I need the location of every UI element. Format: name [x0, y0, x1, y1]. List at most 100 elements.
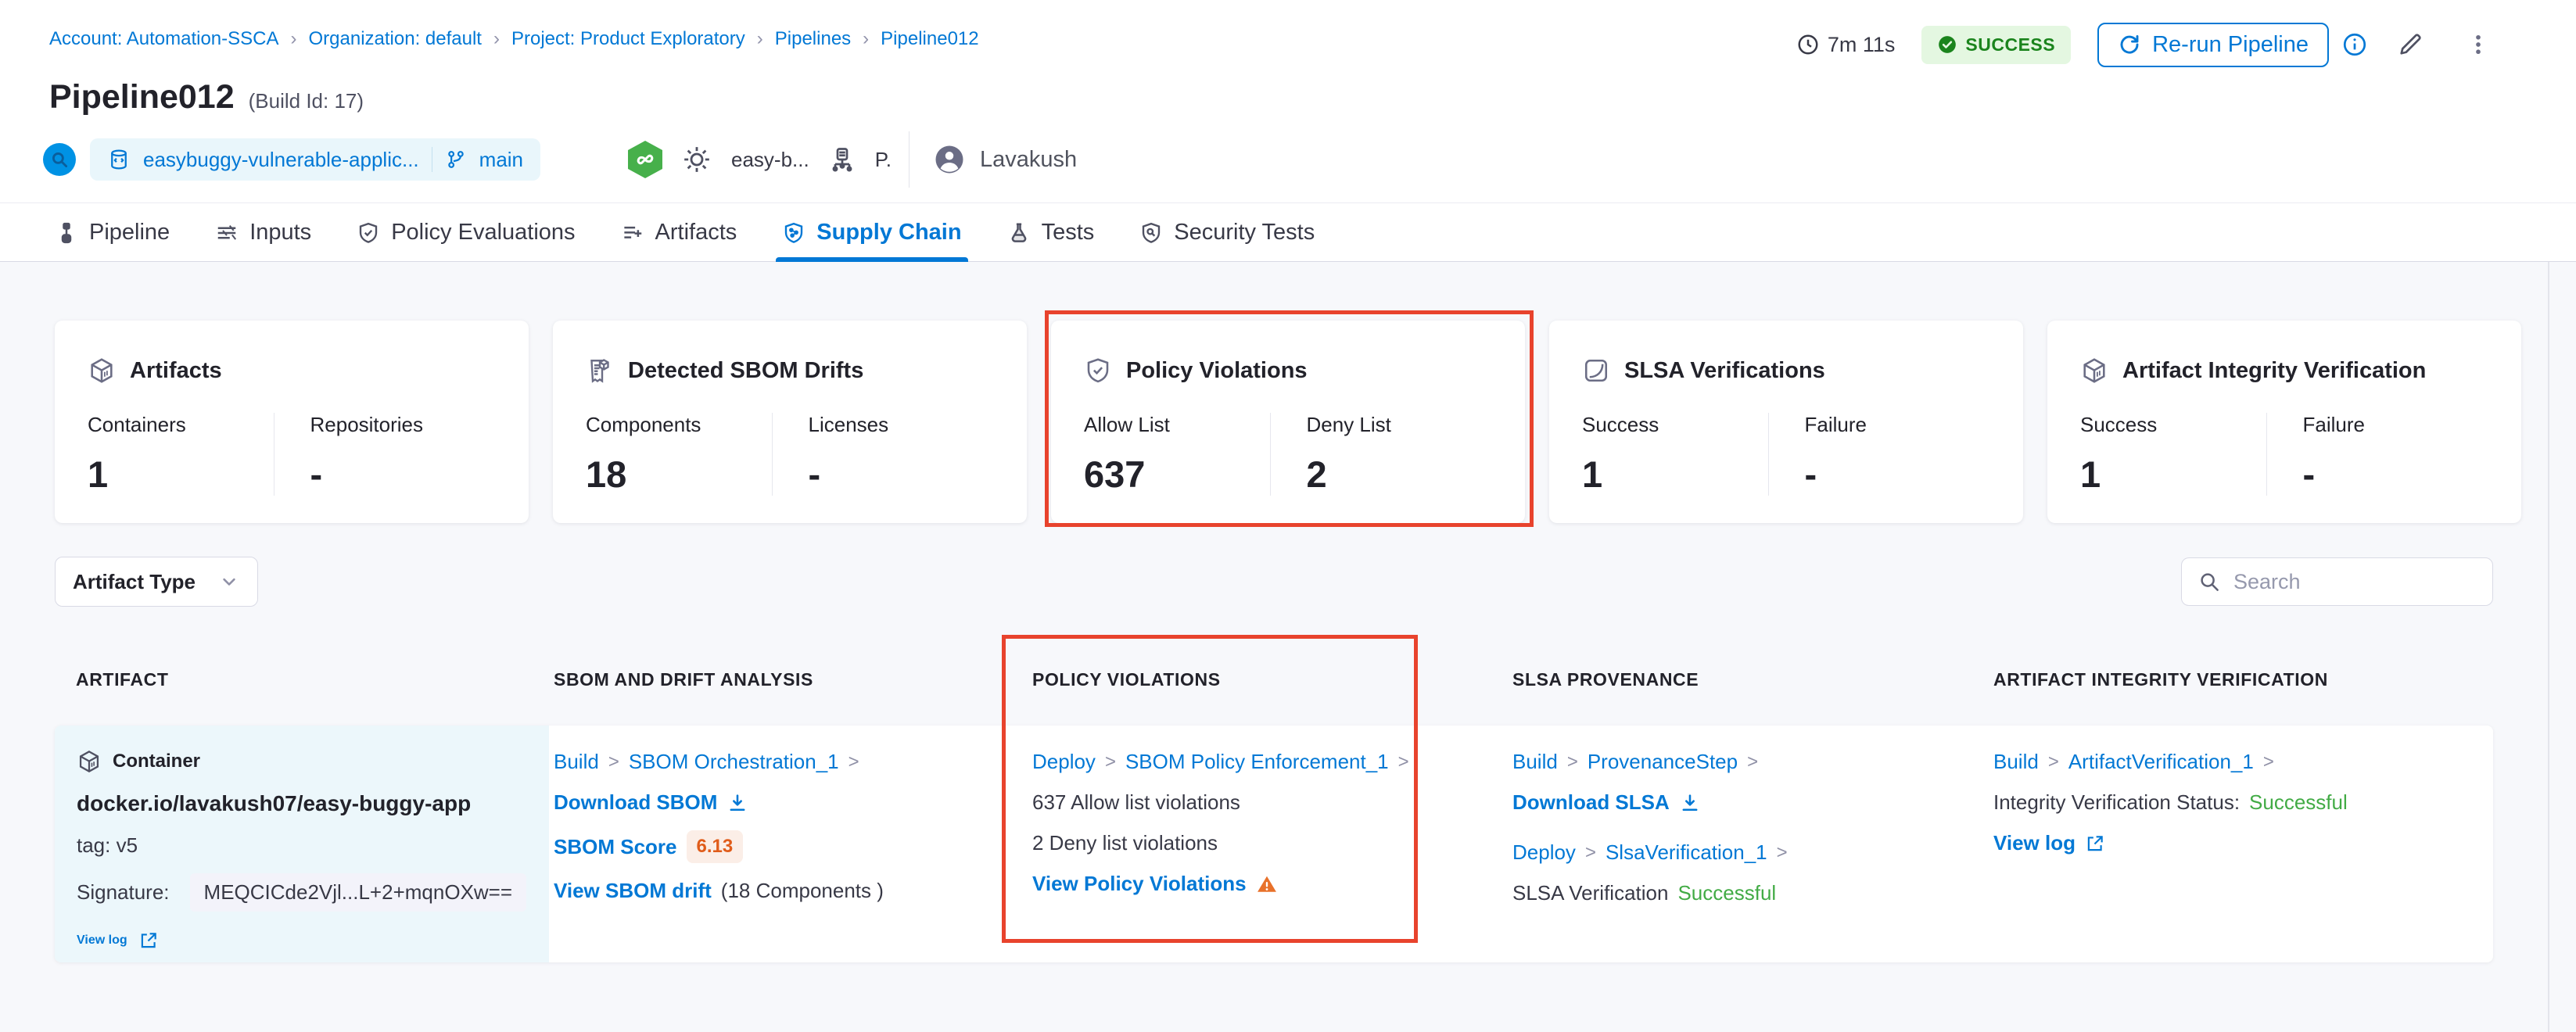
card-title: Artifact Integrity Verification — [2122, 358, 2426, 384]
stat-integrity-failure: Failure - — [2266, 413, 2489, 496]
download-sbom-link[interactable]: Download SBOM — [554, 790, 884, 815]
tab-supply-chain[interactable]: Supply Chain — [782, 204, 961, 261]
stat-integrity-success: Success 1 — [2080, 413, 2266, 496]
list-plus-icon — [621, 221, 644, 245]
page-title: Pipeline012 — [49, 78, 235, 116]
breadcrumb: Account: Automation-SSCA › Organization:… — [49, 28, 979, 50]
gear-icon — [681, 144, 712, 175]
rerun-pipeline-button[interactable]: Re-run Pipeline — [2097, 23, 2329, 67]
shield-search-icon — [1139, 221, 1163, 245]
chevron-down-icon — [218, 571, 240, 593]
view-policy-violations-link[interactable]: View Policy Violations — [1032, 871, 1409, 897]
warning-icon — [1256, 873, 1278, 895]
breadcrumb-separator: › — [757, 28, 763, 50]
edit-pencil-icon[interactable] — [2396, 30, 2424, 59]
stat-components: Components 18 — [586, 413, 772, 496]
user-name: Lavakush — [980, 147, 1077, 173]
breadcrumb-separator: › — [290, 28, 296, 50]
inputs-icon — [215, 221, 239, 245]
status-badge: SUCCESS — [1921, 26, 2071, 64]
external-link-icon — [138, 930, 159, 951]
artifact-type-dropdown[interactable]: Artifact Type — [55, 557, 258, 607]
card-slsa-verifications: SLSA Verifications Success 1 Failure - — [1549, 321, 2023, 523]
step-link[interactable]: ProvenanceStep — [1588, 750, 1738, 774]
tab-label: Tests — [1042, 220, 1095, 245]
stat-deny-list: Deny List 2 — [1270, 413, 1493, 496]
scroll-track-divider — [2548, 262, 2549, 1032]
breadcrumb-pipelines[interactable]: Pipelines — [775, 28, 851, 50]
search-box — [2181, 557, 2493, 606]
stage-link[interactable]: Build — [1993, 750, 2039, 774]
artifact-view-log-link[interactable]: View log — [77, 930, 527, 951]
tab-label: Artifacts — [655, 220, 737, 245]
stage-link[interactable]: Build — [554, 750, 599, 774]
tab-artifacts[interactable]: Artifacts — [621, 204, 737, 261]
tab-bar: Pipeline Inputs Policy Evaluations Artif… — [0, 204, 2576, 262]
tab-policy-evaluations[interactable]: Policy Evaluations — [357, 204, 575, 261]
tab-label: Inputs — [249, 220, 311, 245]
run-duration-value: 7m 11s — [1828, 33, 1896, 57]
info-icon[interactable] — [2341, 31, 2368, 58]
repo-name-link[interactable]: easybuggy-vulnerable-applic... — [143, 148, 419, 172]
tab-label: Supply Chain — [816, 220, 961, 245]
title-row: Pipeline012 (Build Id: 17) — [49, 78, 364, 116]
drift-component-count: (18 Components ) — [721, 879, 884, 903]
shield-check-icon — [357, 221, 380, 245]
tab-inputs[interactable]: Inputs — [215, 204, 311, 261]
delegate-name: P. — [875, 148, 892, 172]
execution-meta-group: easy-b... P. — [628, 141, 892, 178]
breadcrumb-separator: › — [863, 28, 869, 50]
card-artifact-integrity: Artifact Integrity Verification Success … — [2047, 321, 2521, 523]
slsa-cell: Build > ProvenanceStep > Download SLSA D… — [1512, 749, 1788, 906]
integrity-view-log-link[interactable]: View log — [1993, 830, 2348, 856]
artifact-cell: Container docker.io/lavakush07/easy-bugg… — [55, 726, 549, 962]
stat-containers: Containers 1 — [88, 413, 274, 496]
column-header-integrity: ARTIFACT INTEGRITY VERIFICATION — [1993, 669, 2328, 690]
stage-link[interactable]: Deploy — [1032, 750, 1096, 774]
tab-label: Security Tests — [1174, 220, 1315, 245]
pipeline-meta-row: easybuggy-vulnerable-applic... main easy… — [43, 136, 1077, 183]
stage-link[interactable]: Build — [1512, 750, 1558, 774]
header-actions: 7m 11s SUCCESS Re-run Pipeline — [1796, 22, 2492, 67]
search-icon — [2197, 570, 2221, 593]
tab-pipeline[interactable]: Pipeline — [55, 204, 170, 261]
search-input[interactable] — [2233, 570, 2510, 594]
container-cube-icon — [77, 749, 102, 774]
deny-list-violations-text: 2 Deny list violations — [1032, 830, 1409, 856]
allow-list-violations-text: 637 Allow list violations — [1032, 790, 1409, 815]
download-icon — [727, 792, 748, 814]
breadcrumb-current-pipeline[interactable]: Pipeline012 — [881, 28, 978, 50]
signature-label: Signature: — [77, 880, 170, 905]
breadcrumb-account[interactable]: Account: Automation-SSCA — [49, 28, 278, 50]
breadcrumb-project[interactable]: Project: Product Exploratory — [511, 28, 745, 50]
stat-licenses: Licenses - — [772, 413, 995, 496]
external-link-icon — [2085, 833, 2105, 854]
tab-security-tests[interactable]: Security Tests — [1139, 204, 1315, 261]
page-header: Account: Automation-SSCA › Organization:… — [0, 0, 2576, 203]
repository-icon — [107, 148, 131, 171]
rerun-pipeline-label: Re-run Pipeline — [2152, 32, 2309, 58]
cube-icon — [88, 357, 116, 385]
stat-repositories: Repositories - — [274, 413, 497, 496]
breadcrumb-org[interactable]: Organization: default — [308, 28, 481, 50]
download-slsa-link[interactable]: Download SLSA — [1512, 790, 1788, 815]
branch-name-link[interactable]: main — [479, 148, 523, 172]
view-sbom-drift-link[interactable]: View SBOM drift — [554, 879, 712, 903]
sbom-score-link[interactable]: SBOM Score — [554, 835, 677, 859]
more-options-kebab-icon[interactable] — [2465, 31, 2492, 58]
column-header-slsa: SLSA PROVENANCE — [1512, 669, 1699, 690]
card-artifacts: Artifacts Containers 1 Repositories - — [55, 321, 529, 523]
git-branch-icon — [445, 149, 467, 170]
step-link[interactable]: ArtifactVerification_1 — [2068, 750, 2254, 774]
step-link[interactable]: SlsaVerification_1 — [1606, 840, 1767, 865]
stage-link[interactable]: Deploy — [1512, 840, 1576, 865]
artifact-image-name: docker.io/lavakush07/easy-buggy-app — [77, 791, 527, 816]
clock-icon — [1796, 33, 1820, 56]
infrastructure-icon — [828, 145, 856, 174]
step-link[interactable]: SBOM Orchestration_1 — [629, 750, 839, 774]
column-header-artifact: ARTIFACT — [76, 669, 169, 690]
signature-value-pill: MEQCICde2Vjl...L+2+mqnOXw== — [190, 873, 527, 912]
shield-check-icon — [1084, 357, 1112, 385]
step-link[interactable]: SBOM Policy Enforcement_1 — [1125, 750, 1389, 774]
tab-tests[interactable]: Tests — [1007, 204, 1095, 261]
